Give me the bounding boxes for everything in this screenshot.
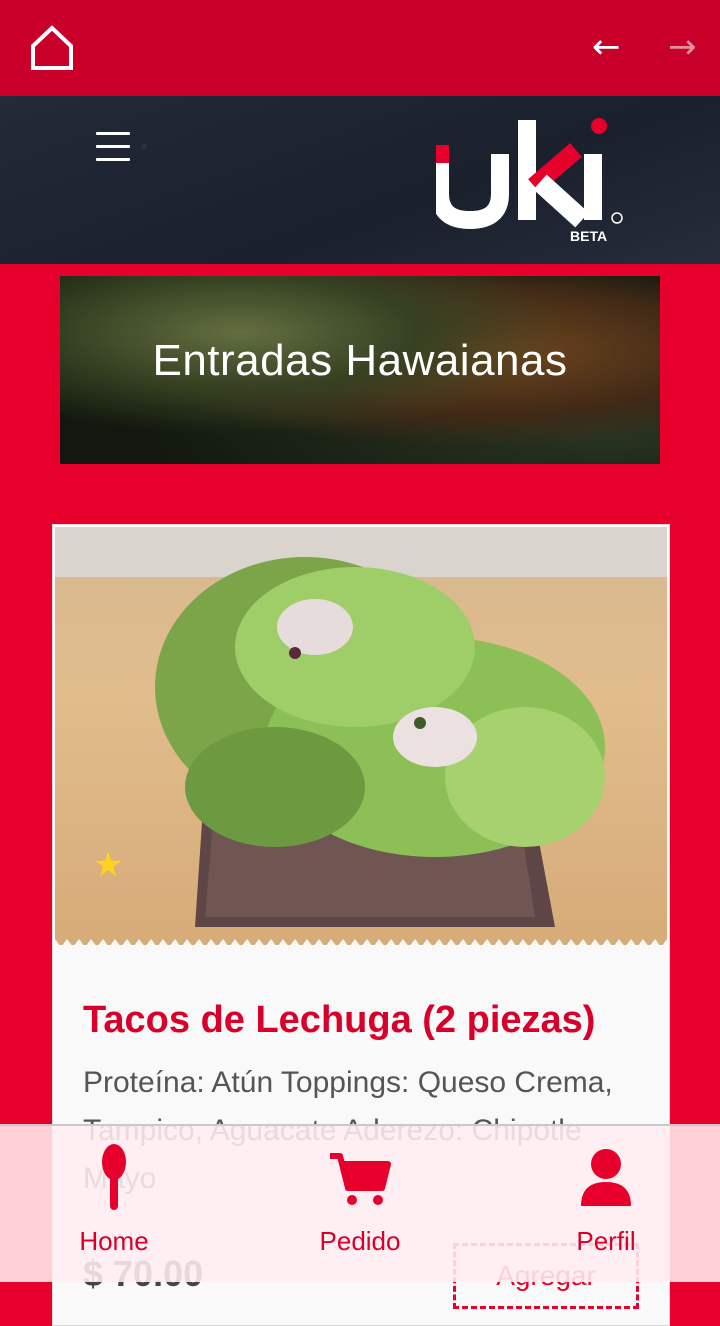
bottom-navigation: Home Pedido Perfil bbox=[0, 1124, 720, 1282]
favorite-star-icon[interactable]: ★ bbox=[93, 845, 123, 885]
nav-order-label: Pedido bbox=[319, 1226, 401, 1256]
nav-profile[interactable]: Perfil bbox=[516, 1126, 696, 1282]
nav-home[interactable]: Home bbox=[24, 1126, 204, 1282]
nav-home-label: Home bbox=[79, 1226, 149, 1256]
spoon-icon bbox=[102, 1144, 126, 1210]
nav-order[interactable]: Pedido bbox=[270, 1126, 450, 1282]
uki-logo: BETA bbox=[431, 116, 636, 246]
zigzag-divider bbox=[55, 939, 667, 949]
forward-arrow-icon[interactable]: → bbox=[668, 30, 697, 64]
category-banner: Entradas Hawaianas bbox=[60, 276, 660, 464]
product-title: Tacos de Lechuga (2 piezas) bbox=[83, 999, 596, 1041]
home-icon[interactable] bbox=[26, 22, 78, 74]
cart-icon bbox=[330, 1153, 391, 1205]
top-bar: ← → bbox=[0, 0, 720, 96]
product-photo: ★ bbox=[55, 527, 667, 945]
nav-profile-label: Perfil bbox=[576, 1226, 636, 1256]
category-title: Entradas Hawaianas bbox=[152, 336, 568, 385]
hamburger-menu-icon[interactable] bbox=[96, 132, 130, 171]
logo-beta-badge: BETA bbox=[570, 228, 608, 244]
user-icon bbox=[581, 1149, 631, 1206]
back-arrow-icon[interactable]: ← bbox=[592, 30, 621, 64]
